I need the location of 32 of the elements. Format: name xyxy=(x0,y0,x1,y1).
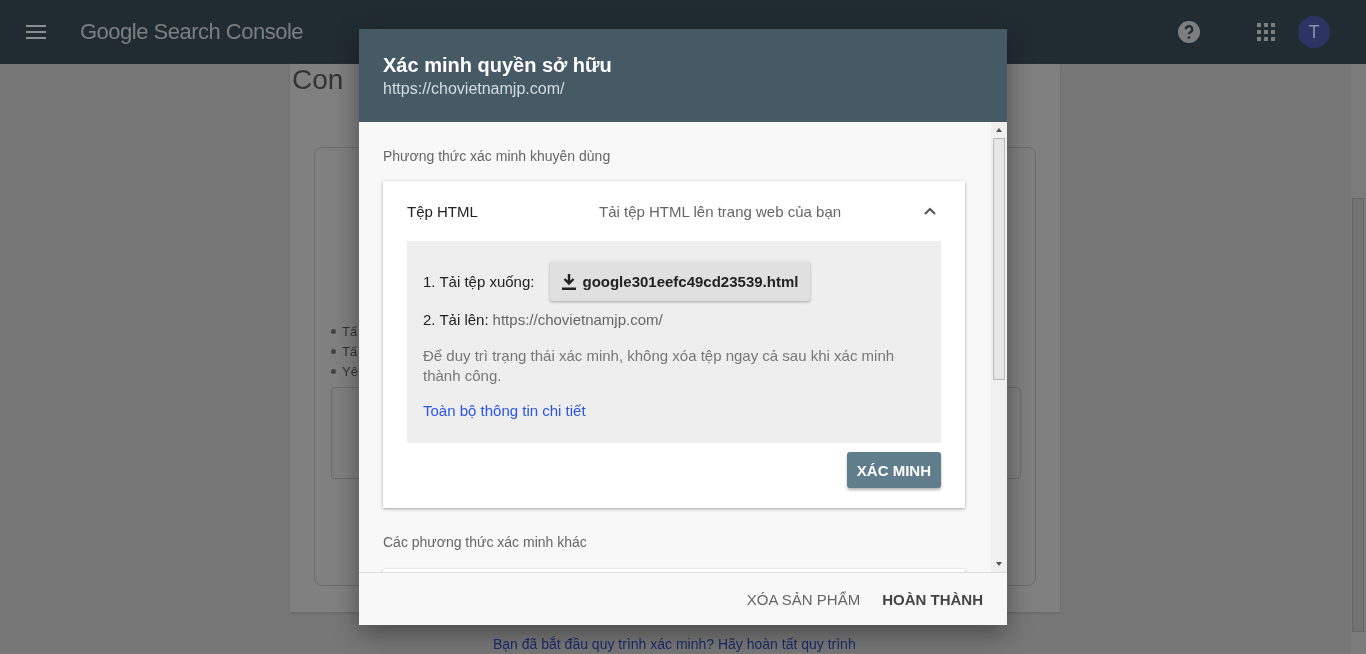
page-scrollbar[interactable] xyxy=(1350,64,1366,654)
dialog-scrollbar[interactable] xyxy=(991,122,1007,572)
page-heading: Con xyxy=(292,64,345,96)
bullet-text: Tấ xyxy=(342,343,358,359)
step-label: 2. Tải lên: xyxy=(423,311,489,328)
bullet-text: Yê xyxy=(342,363,358,379)
avatar[interactable]: T xyxy=(1298,16,1330,48)
remove-button[interactable]: XÓA SẢN PHẨM xyxy=(738,582,869,616)
step-label: 1. Tải tệp xuống: xyxy=(423,273,535,290)
chevron-icon[interactable] xyxy=(924,207,936,215)
download-icon xyxy=(562,273,577,290)
help-icon[interactable] xyxy=(1178,21,1200,43)
note-text: Để duy trì trạng thái xác minh, không xóa tệp ngay cả sau khi xác minh thành công. xyxy=(423,346,896,386)
dialog-title: Xác minh quyền sở hữu xyxy=(383,54,613,77)
method-name[interactable]: Tệp HTML xyxy=(407,202,599,220)
upload-url: https://chovietnamjp.com/ xyxy=(492,311,663,328)
download-button[interactable]: google301eefc49cd23539.html xyxy=(550,262,811,301)
verify-button[interactable]: XÁC MINH xyxy=(846,452,941,488)
bullet-text: Tấ xyxy=(342,323,358,339)
menu-icon[interactable] xyxy=(26,25,46,39)
bullet-dot xyxy=(331,348,336,354)
bullet-dot xyxy=(331,328,336,334)
method-description: Tải tệp HTML lên trang web của bạn xyxy=(599,202,843,220)
bullet-dot xyxy=(331,368,336,374)
dialog-subtitle: https://chovietnamjp.com/ xyxy=(383,80,566,98)
done-button[interactable]: HOÀN THÀNH xyxy=(874,582,991,616)
app-title[interactable]: Google Search Console xyxy=(80,19,304,45)
section-label: Phương thức xác minh khuyên dùng xyxy=(383,148,612,164)
details-link[interactable]: Toàn bộ thông tin chi tiết xyxy=(423,402,586,419)
apps-grid-icon[interactable] xyxy=(1257,23,1275,41)
resume-link[interactable]: Bạn đã bắt đầu quy trình xác minh? Hãy hoàn tất quy trình xyxy=(493,636,856,652)
section-label: Các phương thức xác minh khác xyxy=(383,534,588,550)
